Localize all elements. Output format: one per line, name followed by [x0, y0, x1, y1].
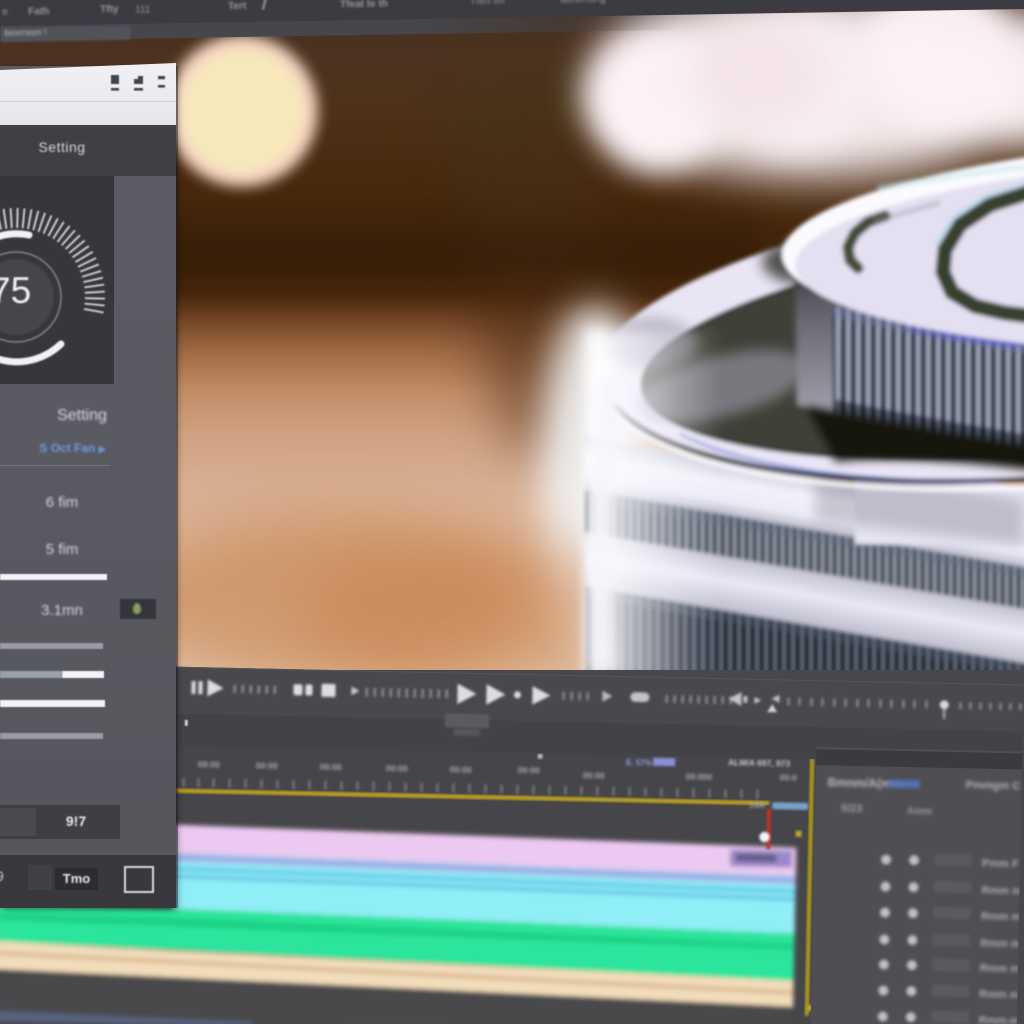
svg-text:00:000: 00:000 — [686, 771, 713, 782]
svg-text:09:00: 09:00 — [198, 759, 220, 769]
svg-text:00:00: 00:00 — [320, 762, 342, 772]
svg-text:00:0: 00:0 — [780, 772, 797, 782]
svg-text:00:00: 00:00 — [386, 763, 408, 773]
svg-text:00:00: 00:00 — [583, 770, 605, 780]
svg-text:75: 75 — [0, 270, 31, 311]
svg-text:Rmm mm: Rmm mm — [979, 989, 1022, 1002]
svg-text:00:00: 00:00 — [518, 765, 540, 775]
svg-text:Pmm F: Pmm F — [982, 858, 1019, 871]
svg-text:ALM/A 697, 973: ALM/A 697, 973 — [728, 757, 791, 768]
svg-text:Rmm mm: Rmm mm — [980, 963, 1023, 976]
svg-text:00:00: 00:00 — [450, 764, 472, 774]
svg-text:E. 57%: E. 57% — [626, 758, 652, 768]
svg-text:14A: 14A — [749, 800, 765, 810]
svg-text:Rmm m: Rmm m — [981, 885, 1022, 898]
svg-text:Rmm mm: Rmm mm — [980, 938, 1022, 951]
svg-text:Rmm-mm: Rmm-mm — [979, 1015, 1023, 1024]
svg-text:00:00: 00:00 — [256, 760, 278, 770]
svg-text:Rmm m: Rmm m — [981, 911, 1022, 924]
